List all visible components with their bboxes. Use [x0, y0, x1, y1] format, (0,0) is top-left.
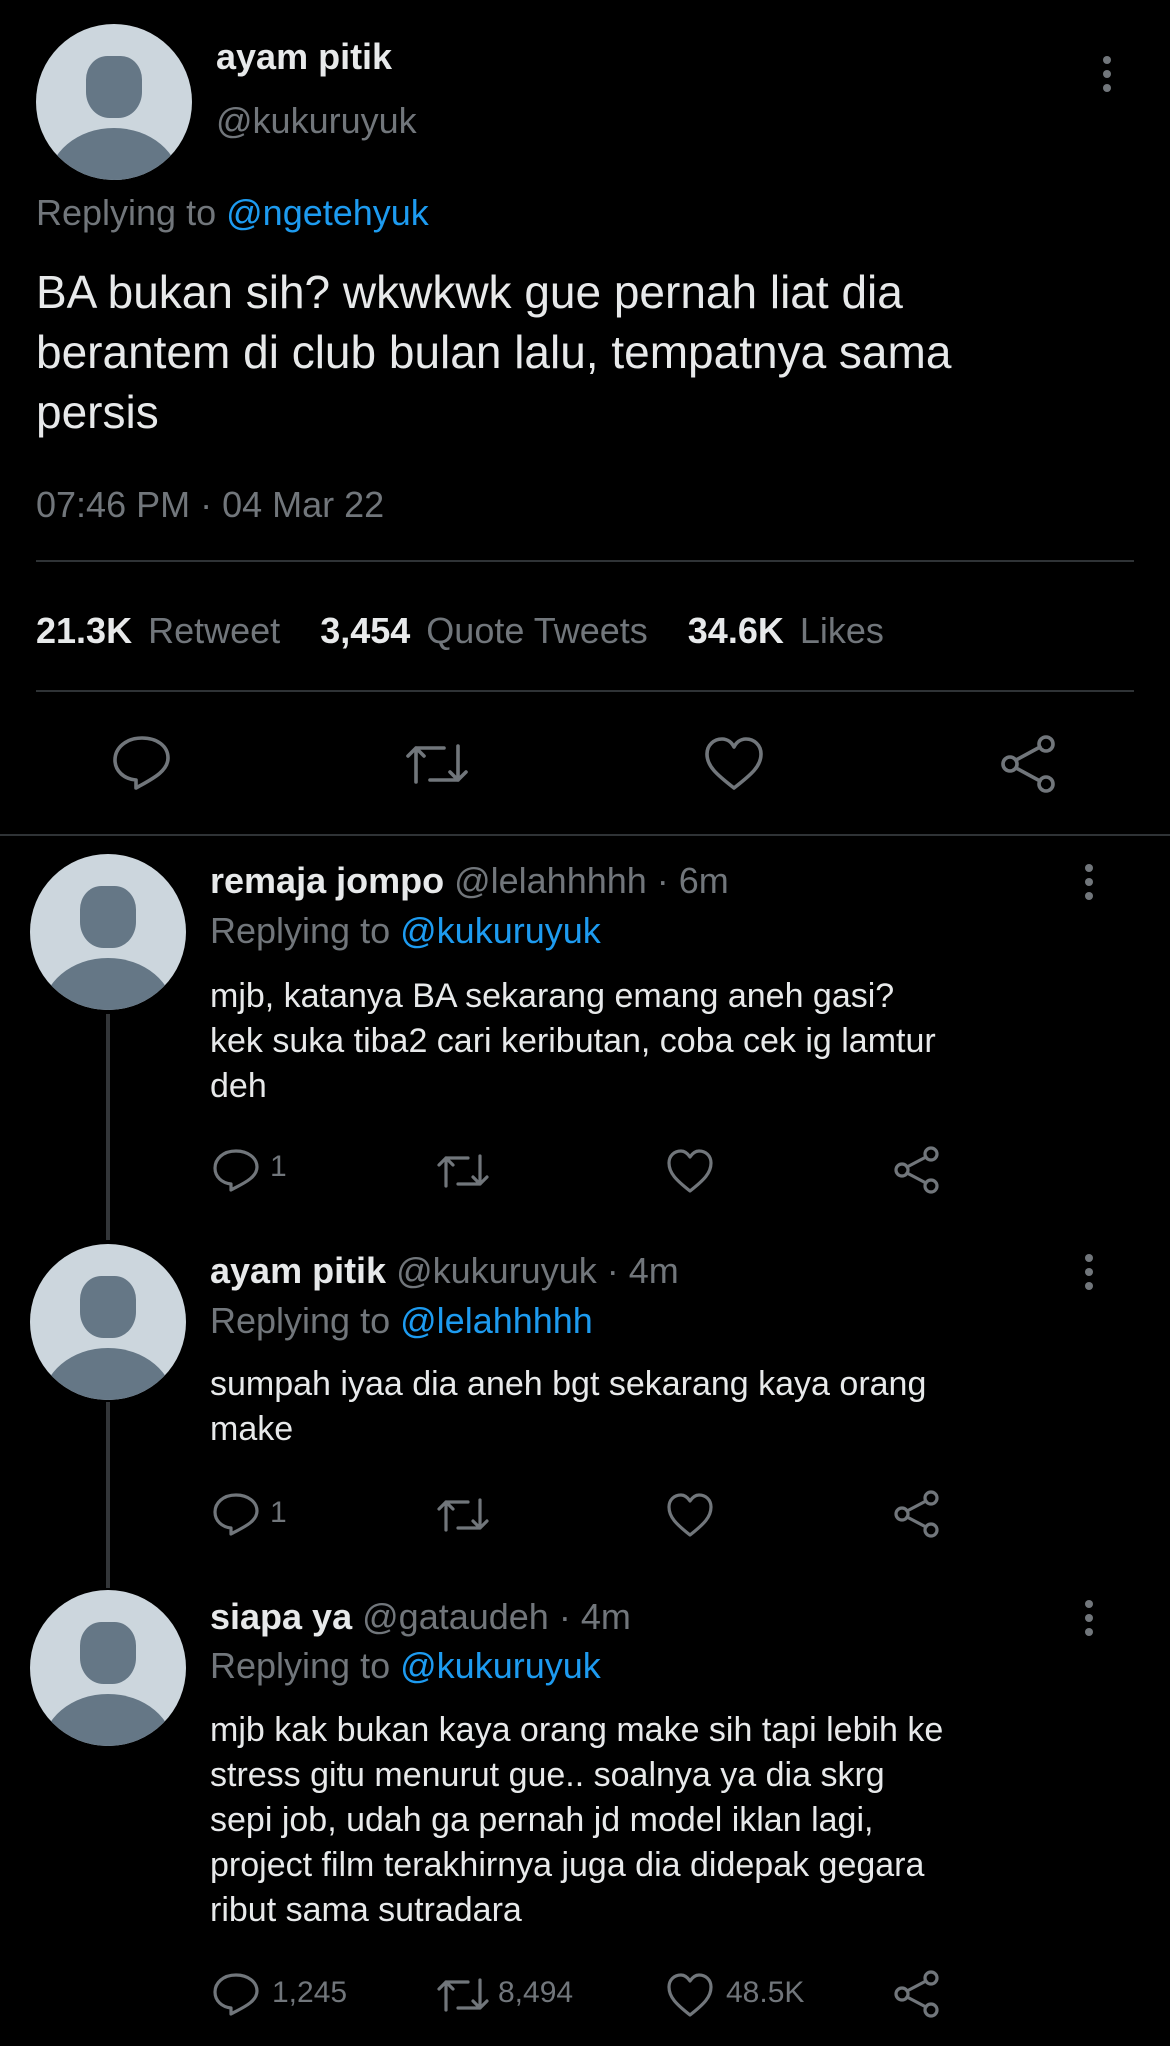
quote-tweets-count[interactable]: 3,454 — [320, 610, 410, 651]
avatar-head — [86, 56, 142, 118]
share-icon[interactable] — [894, 1146, 940, 1194]
avatar-body — [42, 1694, 174, 1746]
replying-to-line: Replying to @kukuruyuk — [210, 910, 601, 952]
divider — [36, 690, 1134, 692]
reply-count: 1 — [270, 1150, 287, 1183]
handle-and-time[interactable]: @gataudeh · 4m — [362, 1596, 631, 1637]
more-options-icon[interactable] — [1082, 1600, 1096, 1642]
more-options-icon[interactable] — [1100, 56, 1114, 98]
more-options-icon[interactable] — [1082, 864, 1096, 906]
more-options-icon[interactable] — [1082, 1254, 1096, 1296]
display-name[interactable]: ayam pitik — [210, 1250, 386, 1291]
share-icon[interactable] — [894, 1490, 940, 1538]
reply-count: 1 — [270, 1496, 287, 1529]
replying-to-line: Replying to @kukuruyuk — [210, 1645, 601, 1687]
retweets-count[interactable]: 21.3K — [36, 610, 132, 651]
tweet-text-line: ribut sama sutradara — [210, 1891, 522, 1929]
thread-line — [106, 1014, 110, 1240]
avatar-body — [48, 128, 180, 180]
avatar-body — [42, 958, 174, 1010]
retweet-count: 8,494 — [498, 1976, 574, 2009]
display-name[interactable]: siapa ya — [210, 1596, 352, 1637]
avatar[interactable] — [36, 24, 192, 180]
likes-label[interactable]: Likes — [800, 610, 884, 651]
tweet-text: mjb kak bukan kaya orang make sih tapi l… — [210, 1708, 1130, 1933]
retweet-icon[interactable] — [404, 738, 470, 790]
retweet-icon[interactable] — [436, 1150, 490, 1192]
likes-count[interactable]: 34.6K — [688, 610, 784, 651]
handle-and-time[interactable]: @kukuruyuk · 4m — [396, 1250, 679, 1291]
tweet-text: sumpah iyaa dia aneh bgt sekarang kaya o… — [210, 1362, 1130, 1452]
reply-header: siapa ya @gataudeh · 4m — [210, 1596, 631, 1638]
timestamp[interactable]: 07:46 PM · 04 Mar 22 — [36, 484, 384, 526]
avatar-head — [80, 886, 136, 948]
replying-prefix: Replying to — [36, 192, 217, 233]
tweet-text-line: berantem di club bulan lalu, tempatnya s… — [36, 326, 952, 378]
reply-icon[interactable] — [212, 1492, 260, 1536]
replying-to-link[interactable]: @lelahhhhh — [400, 1300, 593, 1341]
thread-line — [106, 1402, 110, 1588]
retweet-icon[interactable] — [436, 1974, 490, 2016]
engagement-stats: 21.3K Retweet 3,454 Quote Tweets 34.6K L… — [36, 610, 884, 652]
avatar-body — [42, 1348, 174, 1400]
avatar[interactable] — [30, 1244, 186, 1400]
like-icon[interactable] — [666, 1148, 714, 1194]
like-count: 48.5K — [726, 1976, 805, 2009]
replying-prefix: Replying to — [210, 1300, 391, 1341]
tweet-text: mjb, katanya BA sekarang emang aneh gasi… — [210, 974, 1130, 1109]
reply-icon[interactable] — [212, 1148, 260, 1192]
display-name[interactable]: ayam pitik — [216, 36, 392, 78]
handle[interactable]: @kukuruyuk — [216, 100, 417, 142]
tweet-text-line: sepi job, udah ga pernah jd model iklan … — [210, 1801, 874, 1839]
quote-tweets-label[interactable]: Quote Tweets — [426, 610, 647, 651]
replying-to-link[interactable]: @ngetehyuk — [226, 192, 429, 233]
tweet-text-line: make — [210, 1410, 294, 1448]
share-icon[interactable] — [894, 1970, 940, 2018]
retweet-icon[interactable] — [436, 1494, 490, 1536]
avatar[interactable] — [30, 854, 186, 1010]
avatar-head — [80, 1276, 136, 1338]
retweets-label[interactable]: Retweet — [148, 610, 280, 651]
reply-icon[interactable] — [212, 1972, 260, 2016]
replying-prefix: Replying to — [210, 910, 391, 951]
tweet-text-line: mjb, katanya BA sekarang emang aneh gasi… — [210, 977, 895, 1015]
like-icon[interactable] — [704, 736, 764, 792]
display-name[interactable]: remaja jompo — [210, 860, 444, 901]
reply-header: ayam pitik @kukuruyuk · 4m — [210, 1250, 679, 1292]
replying-to-line: Replying to @ngetehyuk — [36, 192, 429, 234]
tweet-text-line: mjb kak bukan kaya orang make sih tapi l… — [210, 1711, 944, 1749]
tweet-text-line: project film terakhirnya juga dia didepa… — [210, 1846, 925, 1884]
divider — [0, 834, 1170, 836]
tweet-text-line: sumpah iyaa dia aneh bgt sekarang kaya o… — [210, 1365, 927, 1403]
tweet-text-line: BA bukan sih? wkwkwk gue pernah liat dia — [36, 266, 903, 318]
reply-count: 1,245 — [272, 1976, 348, 2009]
reply-header: remaja jompo @lelahhhhh · 6m — [210, 860, 729, 902]
tweet-text-line: deh — [210, 1067, 267, 1105]
handle-and-time[interactable]: @lelahhhhh · 6m — [454, 860, 729, 901]
like-icon[interactable] — [666, 1972, 714, 2018]
like-icon[interactable] — [666, 1492, 714, 1538]
avatar[interactable] — [30, 1590, 186, 1746]
tweet-text: BA bukan sih? wkwkwk gue pernah liat dia… — [36, 262, 1136, 442]
avatar-head — [80, 1622, 136, 1684]
share-icon[interactable] — [1000, 734, 1058, 794]
tweet-text-line: stress gitu menurut gue.. soalnya ya dia… — [210, 1756, 885, 1794]
tweet-text-line: persis — [36, 386, 159, 438]
replying-to-link[interactable]: @kukuruyuk — [400, 910, 601, 951]
replying-prefix: Replying to — [210, 1645, 391, 1686]
replying-to-link[interactable]: @kukuruyuk — [400, 1645, 601, 1686]
replying-to-line: Replying to @lelahhhhh — [210, 1300, 593, 1342]
divider — [36, 560, 1134, 562]
reply-icon[interactable] — [112, 734, 172, 790]
tweet-text-line: kek suka tiba2 cari keributan, coba cek … — [210, 1022, 936, 1060]
